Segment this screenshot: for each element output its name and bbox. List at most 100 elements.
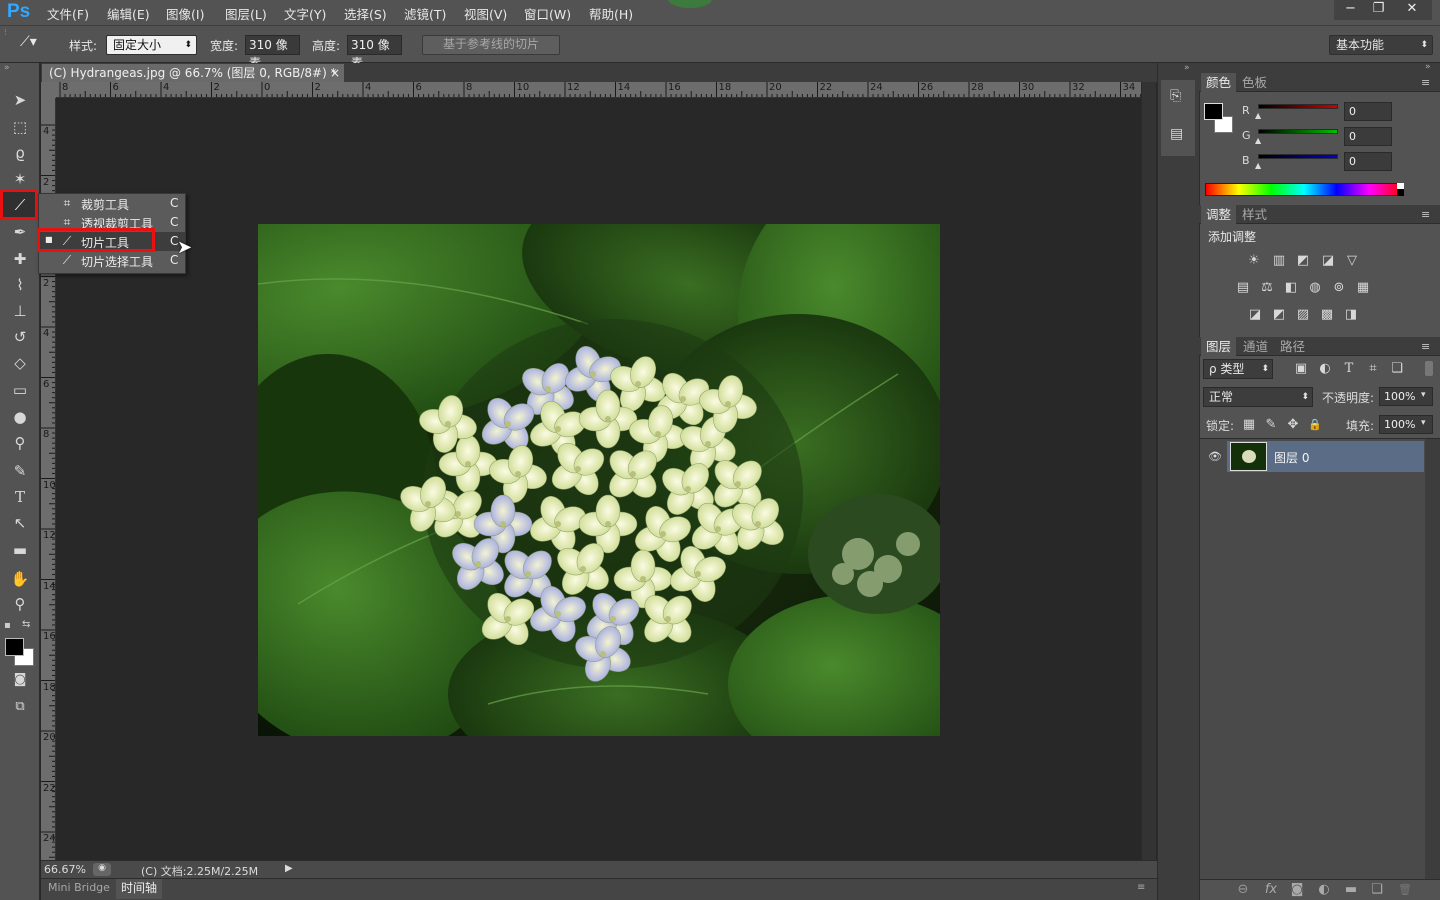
levels-icon[interactable]: ▥	[1270, 253, 1288, 269]
gradient-map-icon[interactable]: ◨	[1342, 307, 1360, 323]
tab-mini-bridge[interactable]: Mini Bridge	[43, 881, 115, 894]
vertical-scrollbar[interactable]	[1141, 82, 1156, 860]
foreground-color-chip[interactable]	[1204, 103, 1223, 120]
tab-layers[interactable]: 图层	[1201, 337, 1237, 356]
delete-layer-icon[interactable]: 🗑	[1396, 882, 1414, 898]
tab-swatches[interactable]: 色板	[1237, 73, 1272, 92]
selective-color-icon[interactable]: ▩	[1318, 307, 1336, 323]
layer-style-icon[interactable]: fx	[1262, 882, 1280, 898]
channel-r-input[interactable]: 0	[1344, 102, 1392, 121]
height-input[interactable]: 310 像素	[347, 35, 402, 70]
chevron-down-icon[interactable]: ▾	[1421, 390, 1426, 400]
eyedropper-tool-icon[interactable]: ✒	[7, 221, 33, 243]
tab-paths[interactable]: 路径	[1275, 337, 1310, 356]
exposure-icon[interactable]: ◪	[1319, 253, 1337, 269]
new-adjustment-layer-icon[interactable]: ◐	[1315, 882, 1333, 898]
channel-r-slider[interactable]	[1258, 104, 1338, 109]
close-tab-icon[interactable]: ×	[330, 64, 340, 82]
spectrum-black-chip[interactable]	[1397, 189, 1404, 196]
zoom-tool-icon[interactable]: ⚲	[7, 593, 33, 615]
channel-g-slider[interactable]	[1258, 129, 1338, 134]
properties-panel-icon[interactable]: ▤	[1170, 126, 1183, 142]
document-tab[interactable]: (C) Hydrangeas.jpg @ 66.7% (图层 0, RGB/8#…	[42, 64, 344, 82]
vibrance-icon[interactable]: ▽	[1343, 253, 1361, 269]
blend-mode-select[interactable]: 正常 ⬍	[1203, 387, 1313, 407]
status-menu-arrow-icon[interactable]: ▶	[285, 863, 293, 874]
eraser-tool-icon[interactable]: ◇	[7, 352, 33, 374]
quick-mask-icon[interactable]: ◙	[7, 669, 33, 691]
filter-smart-object-icon[interactable]: ❏	[1388, 361, 1406, 377]
history-panel-icon[interactable]: ⎘	[1170, 88, 1181, 104]
close-button[interactable]: ✕	[1392, 0, 1432, 20]
layers-scrollbar[interactable]	[1425, 439, 1440, 879]
tab-timeline[interactable]: 时间轴	[116, 879, 163, 899]
color-balance-icon[interactable]: ⚖	[1258, 280, 1276, 296]
filter-shape-icon[interactable]: ⌗	[1364, 361, 1382, 377]
panel-menu-icon[interactable]: ≡	[1421, 340, 1430, 353]
color-spectrum-bar[interactable]	[1205, 183, 1403, 196]
filter-adjustment-icon[interactable]: ◐	[1316, 361, 1334, 377]
channel-b-input[interactable]: 0	[1344, 152, 1392, 171]
filter-pixel-icon[interactable]: ▣	[1292, 361, 1310, 377]
tab-channels[interactable]: 通道	[1238, 337, 1273, 356]
channel-g-input[interactable]: 0	[1344, 127, 1392, 146]
tab-color[interactable]: 颜色	[1201, 73, 1237, 92]
slice-tool-preset-icon[interactable]: ⟋▾	[20, 34, 37, 50]
pen-tool-icon[interactable]: ✎	[7, 460, 33, 482]
slider-handle-icon[interactable]: ▲	[1255, 111, 1261, 120]
gradient-tool-icon[interactable]: ▭	[7, 379, 33, 401]
tab-adjustments[interactable]: 调整	[1201, 205, 1237, 224]
panel-menu-icon[interactable]: ≡	[1421, 76, 1430, 89]
panel-menu-icon[interactable]: ≡	[1137, 882, 1145, 893]
hydrangea-photo[interactable]	[258, 224, 940, 736]
zoom-level[interactable]: 66.67%	[44, 863, 86, 876]
move-tool-icon[interactable]: ➤	[7, 89, 33, 111]
add-mask-icon[interactable]: ◙	[1288, 882, 1306, 898]
menu-select[interactable]: 选择(S)	[344, 4, 387, 23]
flyout-item-slice-select[interactable]: ⟋ 切片选择工具 C	[39, 251, 185, 270]
swap-colors-icon[interactable]: ⇆	[22, 619, 30, 630]
hand-tool-icon[interactable]: ✋	[7, 568, 33, 590]
foreground-color-swatch[interactable]	[5, 638, 24, 656]
dodge-tool-icon[interactable]: ⚲	[7, 432, 33, 454]
lock-image-icon[interactable]: ✎	[1262, 417, 1280, 433]
brush-tool-icon[interactable]: ⌇	[7, 274, 33, 296]
invert-icon[interactable]: ◪	[1246, 307, 1264, 323]
lock-all-icon[interactable]: 🔒	[1306, 417, 1324, 433]
posterize-icon[interactable]: ◩	[1270, 307, 1288, 323]
menu-help[interactable]: 帮助(H)	[589, 4, 633, 23]
photo-filter-icon[interactable]: ◍	[1306, 280, 1324, 296]
channel-mixer-icon[interactable]: ⊚	[1330, 280, 1348, 296]
panel-menu-icon[interactable]: ≡	[1421, 208, 1430, 221]
menu-view[interactable]: 视图(V)	[464, 4, 507, 23]
lasso-tool-icon[interactable]: ϱ	[7, 142, 33, 164]
layer-filter-select[interactable]: ρ 类型 ⬍	[1203, 359, 1273, 379]
new-layer-icon[interactable]: ❏	[1368, 882, 1386, 898]
horizontal-ruler[interactable]: 8 6 4 2 0 2 4 6 8 10 12 14 16 18 20 22 24 26 28 30 32 34	[56, 82, 1141, 98]
rectangle-tool-icon[interactable]: ▬	[7, 539, 33, 561]
type-tool-icon[interactable]: T	[7, 486, 33, 508]
default-colors-icon[interactable]: ▪	[4, 620, 11, 631]
menu-window[interactable]: 窗口(W)	[524, 4, 571, 23]
workspace-select[interactable]: 基本功能 ⬍	[1329, 35, 1433, 55]
color-lookup-icon[interactable]: ▦	[1354, 280, 1372, 296]
hue-saturation-icon[interactable]: ▤	[1234, 280, 1252, 296]
width-input[interactable]: 310 像素	[245, 35, 300, 70]
layer-name[interactable]: 图层 0	[1274, 449, 1309, 466]
tab-styles[interactable]: 样式	[1237, 205, 1272, 224]
history-brush-tool-icon[interactable]: ↺	[7, 326, 33, 348]
flyout-item-crop[interactable]: ⌗ 裁剪工具 C	[39, 194, 185, 213]
new-group-icon[interactable]: ▬	[1342, 882, 1360, 898]
blur-tool-icon[interactable]: ●	[7, 406, 33, 428]
chevron-down-icon[interactable]: ▾	[1421, 418, 1426, 428]
screen-mode-icon[interactable]: ⧉	[7, 696, 33, 718]
status-icon[interactable]: ◉	[93, 863, 111, 876]
menu-file[interactable]: 文件(F)	[47, 4, 89, 23]
slider-handle-icon[interactable]: ▲	[1255, 136, 1261, 145]
visibility-eye-icon[interactable]: 👁	[1208, 450, 1222, 463]
restore-button[interactable]: ❐	[1362, 0, 1395, 20]
style-select[interactable]: 固定大小 ⬍	[106, 35, 197, 55]
magic-wand-tool-icon[interactable]: ✶	[7, 168, 33, 190]
slider-handle-icon[interactable]: ▲	[1255, 161, 1261, 170]
clone-stamp-tool-icon[interactable]: ⊥	[7, 300, 33, 322]
